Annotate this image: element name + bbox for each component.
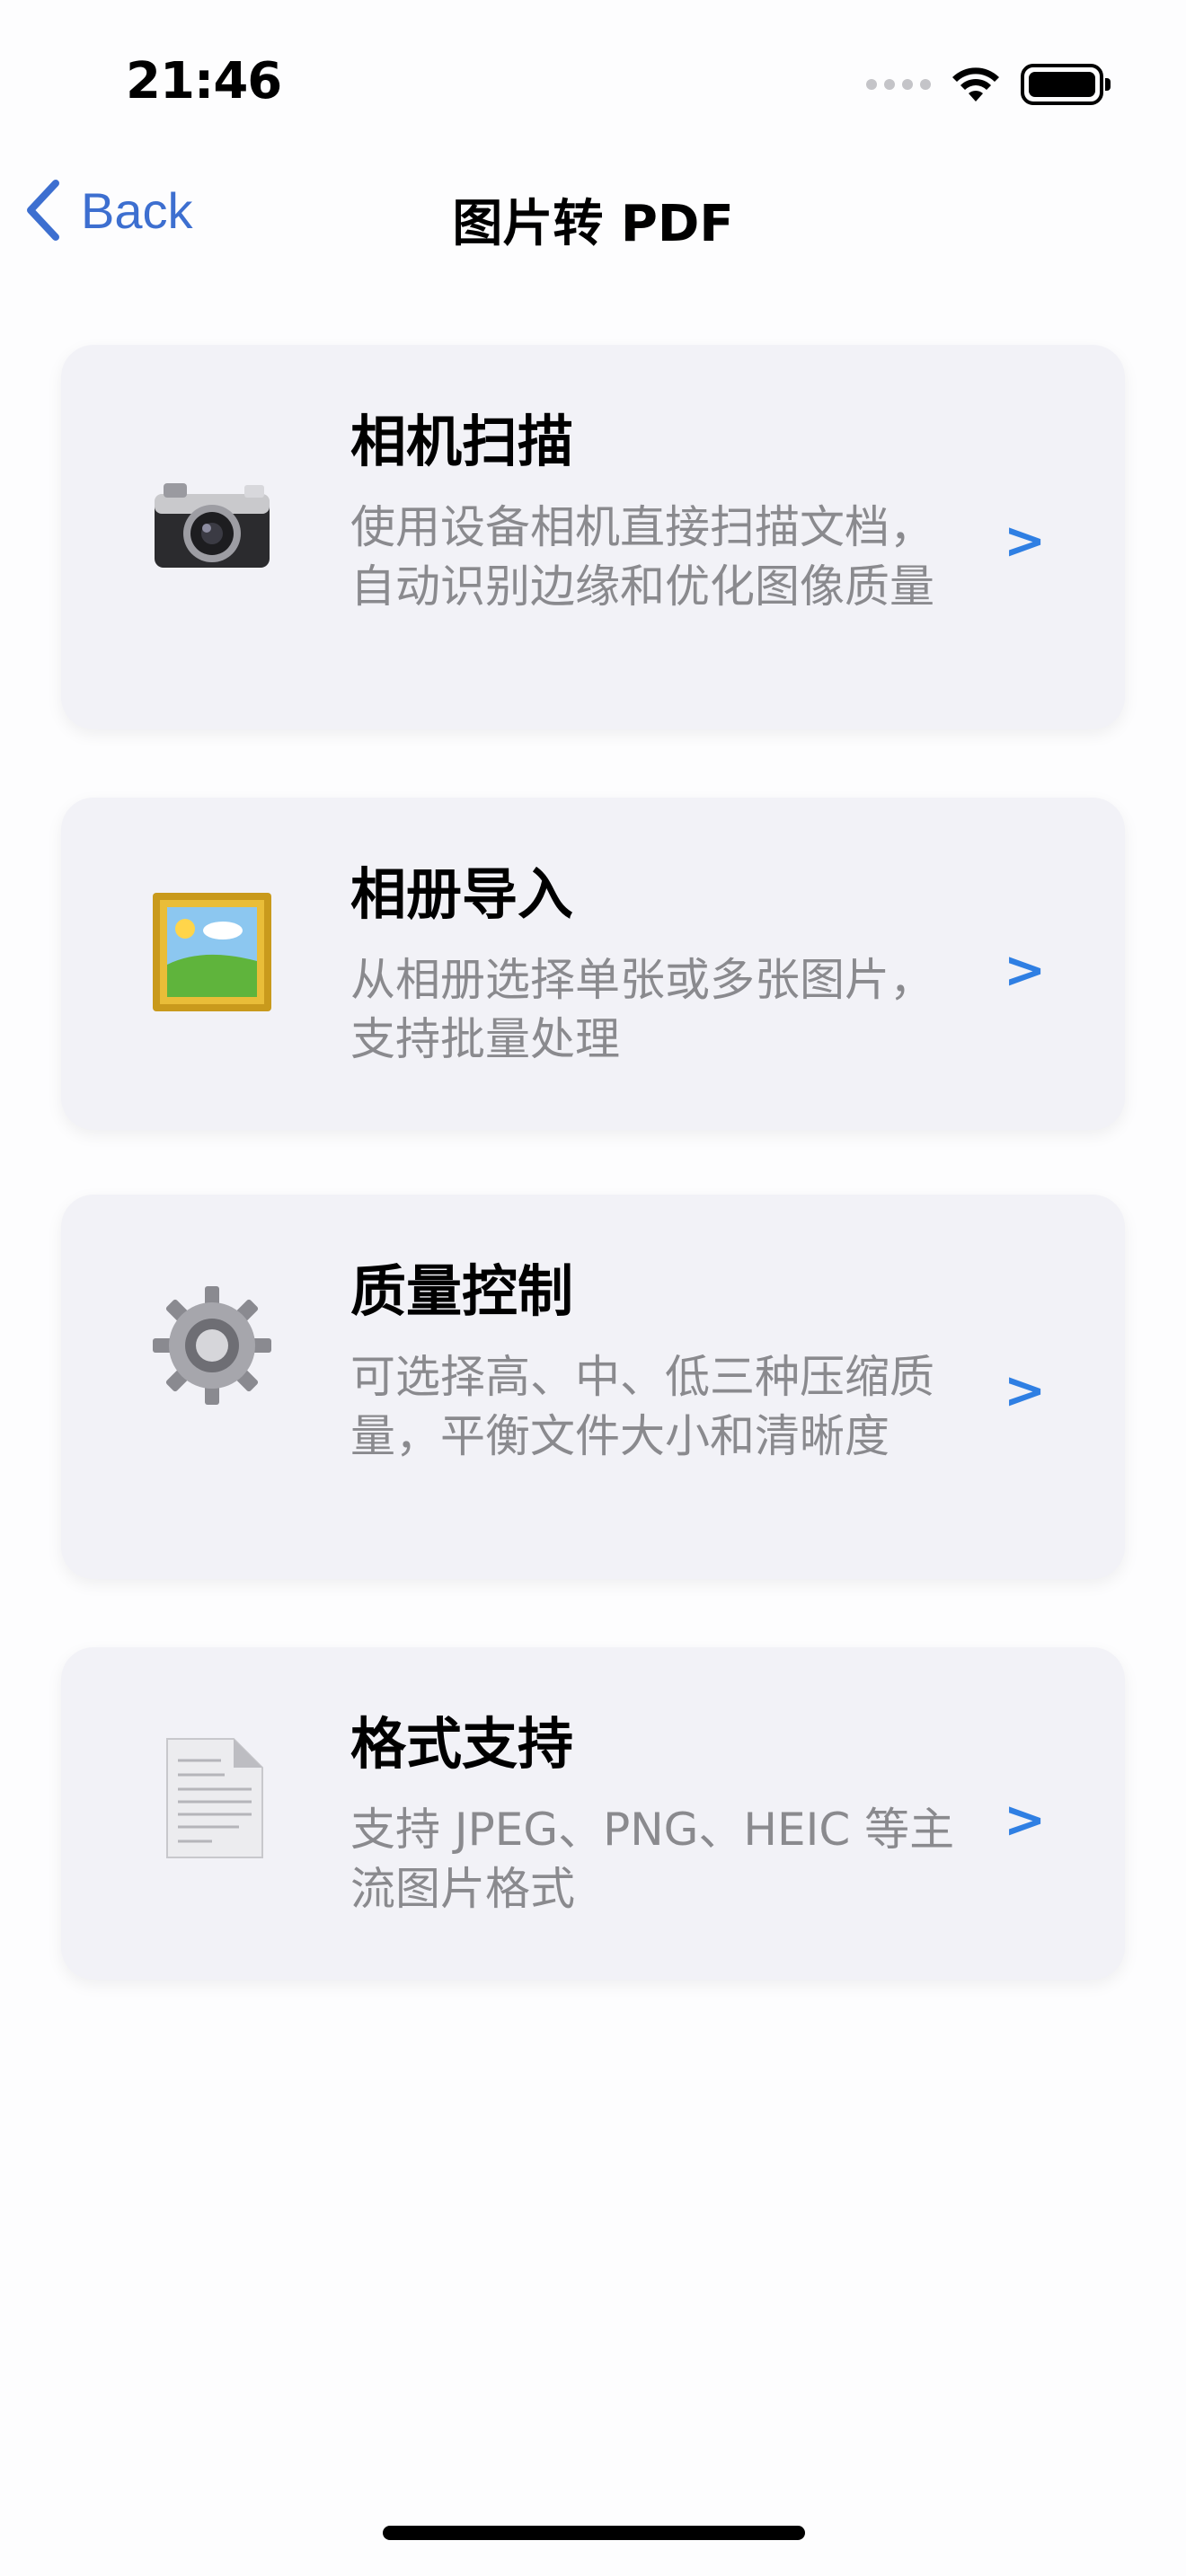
camera-icon [151, 463, 273, 586]
feature-title: 相册导入 [350, 861, 574, 927]
home-indicator[interactable] [383, 2526, 805, 2540]
feature-description: 支持 JPEG、PNG、HEIC 等主流图片格式 [350, 1804, 955, 1915]
feature-title: 质量控制 [350, 1258, 574, 1324]
status-icons [866, 57, 1111, 111]
chevron-right-icon: > [1004, 1362, 1046, 1420]
feature-title: 格式支持 [350, 1711, 574, 1777]
battery-icon [1021, 64, 1111, 105]
feature-description: 从相册选择单张或多张图片，支持批量处理 [350, 954, 934, 1065]
chevron-right-icon: > [1004, 512, 1046, 570]
page-title: 图片转 PDF [452, 195, 734, 253]
feature-description: 使用设备相机直接扫描文档，自动识别边缘和优化图像质量 [350, 501, 934, 613]
status-time: 21:46 [126, 52, 282, 110]
feature-card-camera-scan[interactable]: 相机扫描 使用设备相机直接扫描文档，自动识别边缘和优化图像质量 > [61, 345, 1125, 729]
framed-picture-icon [151, 891, 273, 1013]
chevron-right-icon: > [1004, 941, 1046, 1000]
feature-title: 相机扫描 [350, 409, 574, 474]
feature-description: 可选择高、中、低三种压缩质量，平衡文件大小和清晰度 [350, 1351, 934, 1462]
document-icon [151, 1737, 273, 1859]
gear-icon [151, 1284, 273, 1407]
feature-card-album-import[interactable]: 相册导入 从相册选择单张或多张图片，支持批量处理 > [61, 798, 1125, 1130]
feature-card-format-support[interactable]: 格式支持 支持 JPEG、PNG、HEIC 等主流图片格式 > [61, 1647, 1125, 1980]
chevron-right-icon: > [1004, 1791, 1046, 1849]
wifi-icon [951, 66, 1001, 103]
feature-card-quality-control[interactable]: 质量控制 可选择高、中、低三种压缩质量，平衡文件大小和清晰度 > [61, 1195, 1125, 1579]
cellular-signal-icon [866, 79, 931, 90]
screen: 21:46 Back 图片转 PDF 相机扫描 使用设备相机直接扫描文档，自动识… [0, 0, 1186, 2576]
